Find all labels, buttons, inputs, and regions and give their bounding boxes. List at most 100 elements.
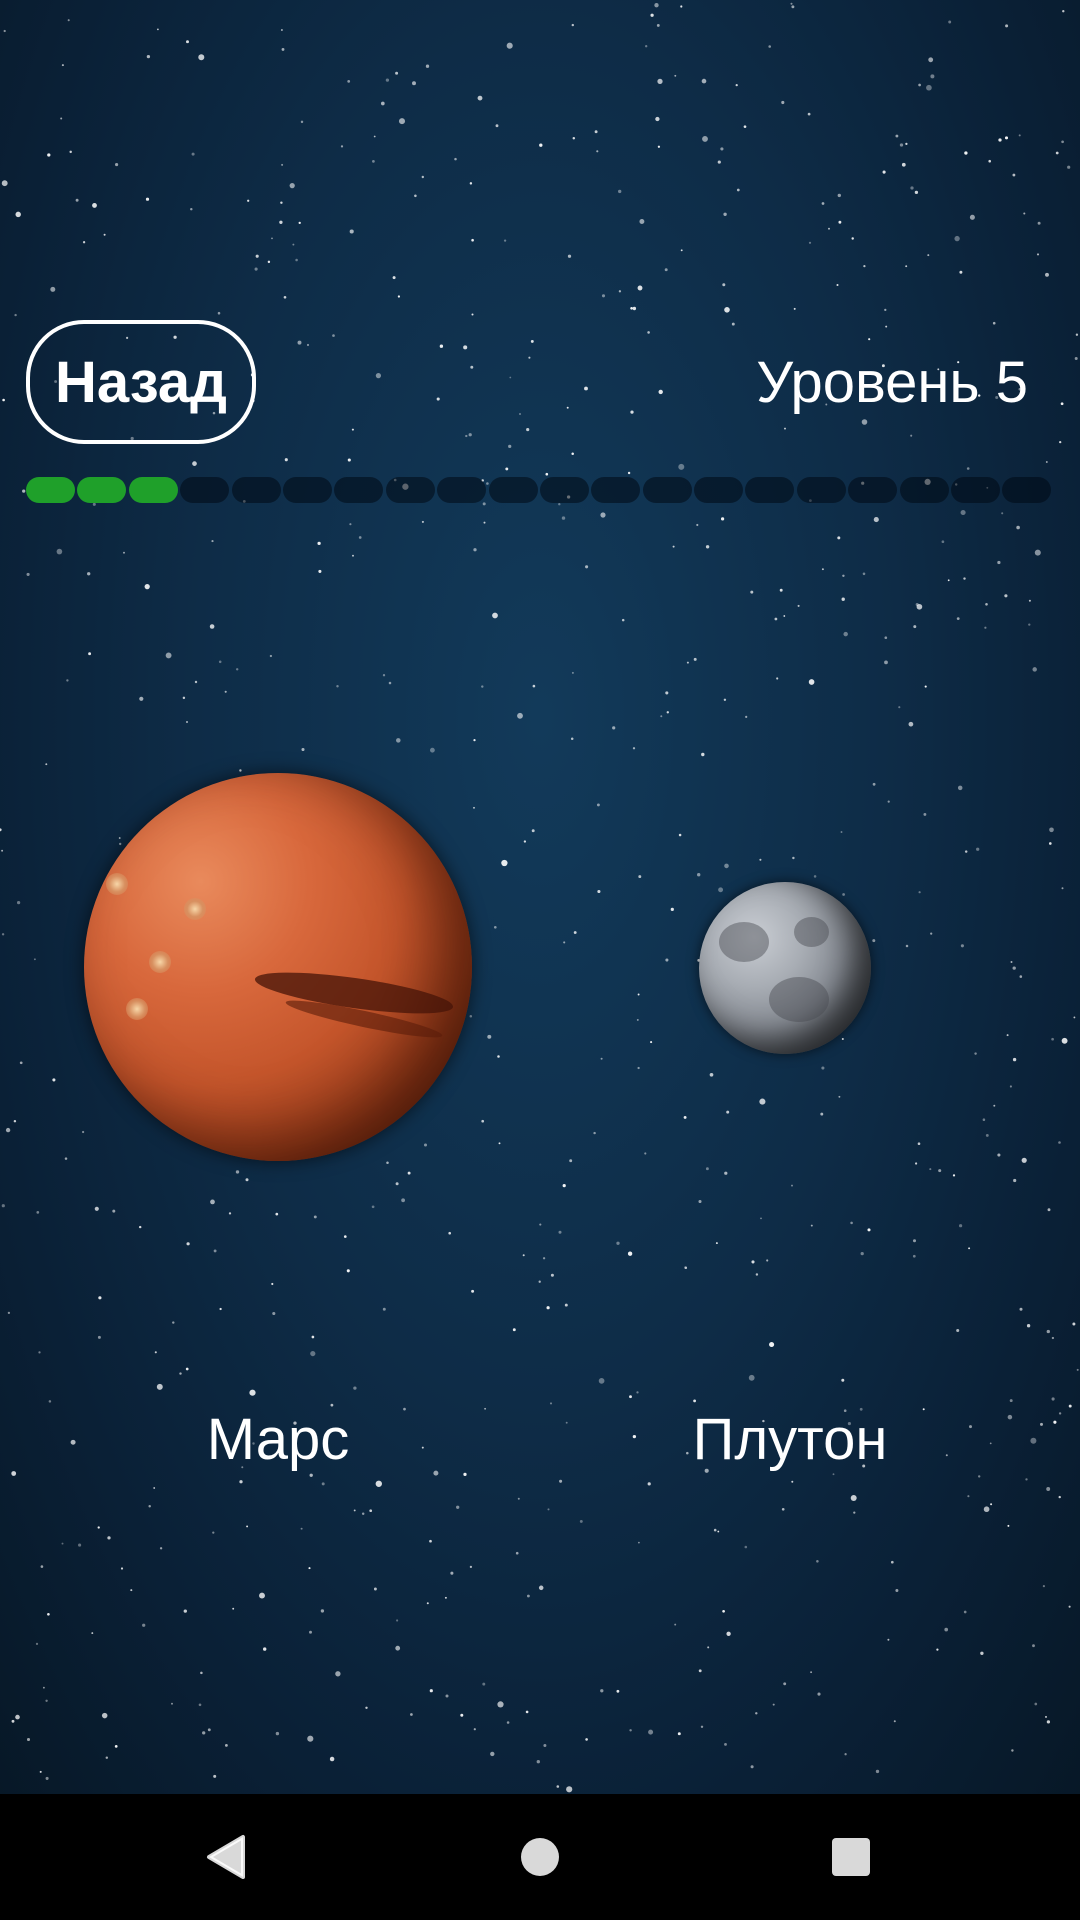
star xyxy=(469,182,473,185)
star xyxy=(1055,151,1059,155)
star xyxy=(45,763,48,766)
star xyxy=(638,875,642,879)
star xyxy=(45,1776,49,1780)
star xyxy=(493,925,497,929)
star xyxy=(923,812,927,816)
pluto-planet-option[interactable] xyxy=(699,882,871,1054)
star xyxy=(515,1551,519,1555)
star xyxy=(677,1732,681,1736)
star xyxy=(1061,140,1064,144)
star xyxy=(235,1170,240,1174)
star xyxy=(247,199,250,202)
star xyxy=(1061,1037,1068,1044)
star xyxy=(295,258,298,262)
star xyxy=(87,572,91,576)
star xyxy=(375,373,381,379)
star xyxy=(930,932,933,935)
star xyxy=(523,840,527,843)
star xyxy=(601,294,606,298)
star xyxy=(298,221,301,225)
star xyxy=(629,1729,632,1732)
star xyxy=(1051,1397,1055,1401)
star xyxy=(352,554,354,557)
star xyxy=(927,254,930,257)
star xyxy=(954,235,960,242)
pluto-label[interactable]: Плутон xyxy=(610,1405,970,1475)
star xyxy=(283,295,287,299)
star xyxy=(311,1335,315,1339)
star xyxy=(98,1296,102,1300)
mars-planet-option[interactable] xyxy=(84,773,472,1161)
star xyxy=(1032,1644,1035,1648)
star xyxy=(863,264,866,268)
star xyxy=(656,23,660,27)
star xyxy=(899,143,904,147)
star xyxy=(118,837,121,839)
star xyxy=(11,1719,15,1723)
star xyxy=(715,1242,718,1245)
star xyxy=(473,738,476,742)
star xyxy=(630,410,634,414)
star xyxy=(774,617,778,621)
star xyxy=(75,198,79,202)
star xyxy=(385,78,390,82)
star xyxy=(612,726,616,730)
star xyxy=(271,237,273,240)
star xyxy=(497,1055,500,1058)
star xyxy=(744,1545,748,1549)
star xyxy=(421,520,424,523)
star xyxy=(705,1167,709,1171)
nav-recent-apps-button[interactable] xyxy=(788,1794,914,1920)
star xyxy=(616,1689,620,1693)
star xyxy=(723,212,727,216)
star xyxy=(1009,1399,1013,1403)
star xyxy=(365,1706,368,1710)
star xyxy=(664,268,668,272)
star xyxy=(1058,1412,1062,1415)
star xyxy=(1072,1322,1076,1326)
star xyxy=(726,1631,731,1636)
star xyxy=(779,588,783,592)
star xyxy=(115,163,119,167)
star xyxy=(657,78,663,85)
star xyxy=(759,1098,766,1105)
star xyxy=(297,340,302,345)
mars-label[interactable]: Марс xyxy=(98,1405,458,1475)
progress-segment-pending xyxy=(539,477,589,503)
star xyxy=(335,1671,341,1677)
star xyxy=(186,40,189,44)
star xyxy=(539,143,543,147)
star xyxy=(924,685,927,688)
star xyxy=(103,233,106,236)
nav-home-button[interactable] xyxy=(477,1794,603,1920)
star xyxy=(790,2,793,5)
star xyxy=(92,202,97,208)
back-button[interactable]: Назад xyxy=(26,320,256,444)
level-label: Уровень 5 xyxy=(756,350,1028,415)
star xyxy=(893,1720,896,1723)
star xyxy=(571,452,574,456)
star xyxy=(280,201,283,204)
star xyxy=(650,13,654,17)
star xyxy=(144,583,150,590)
star xyxy=(1,1204,5,1208)
star xyxy=(543,1744,547,1747)
star xyxy=(321,1482,325,1486)
star xyxy=(228,1212,232,1215)
nav-back-button[interactable] xyxy=(162,1794,288,1920)
star xyxy=(636,1391,639,1394)
star xyxy=(571,23,574,27)
star xyxy=(454,157,457,161)
star xyxy=(66,679,69,682)
star xyxy=(760,1217,762,1220)
star xyxy=(526,428,530,432)
star xyxy=(456,1505,460,1509)
star xyxy=(213,1774,217,1778)
star xyxy=(142,1623,146,1627)
star xyxy=(1034,1702,1038,1706)
star xyxy=(492,612,498,619)
star xyxy=(530,339,534,343)
star xyxy=(0,828,2,832)
star xyxy=(918,83,921,87)
star xyxy=(1012,966,1016,970)
